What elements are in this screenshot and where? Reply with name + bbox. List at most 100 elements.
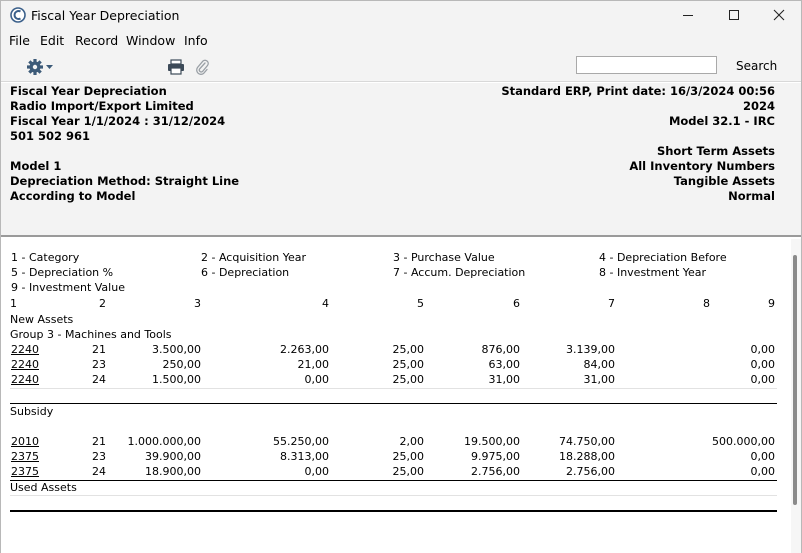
table-cell: 25,00	[392, 465, 425, 478]
table-cell: 74.750,00	[559, 435, 615, 448]
legend-item: 5 - Depreciation %	[11, 266, 114, 279]
table-cell: 0,00	[750, 373, 776, 386]
menu-window[interactable]: Window	[126, 33, 175, 48]
vertical-scrollbar[interactable]	[791, 239, 801, 553]
print-icon[interactable]	[167, 59, 185, 75]
maximize-icon	[729, 10, 739, 20]
asset-code-link[interactable]: 2375	[11, 465, 39, 478]
table-cell: 25,00	[392, 343, 425, 356]
report-mode: Normal	[728, 189, 775, 203]
row-divider	[10, 495, 777, 496]
table-cell: 23	[92, 358, 106, 371]
asset-code-link[interactable]: 2240	[11, 343, 39, 356]
toolbar: Search	[1, 51, 801, 82]
group-heading: Group 3 - Machines and Tools	[10, 328, 172, 341]
section-used-assets: Used Assets	[10, 481, 77, 494]
table-cell: 31,00	[583, 373, 616, 386]
section-divider	[10, 403, 777, 404]
inventory-numbers: All Inventory Numbers	[629, 159, 775, 173]
legend-item: 7 - Accum. Depreciation	[393, 266, 526, 279]
section-new-assets: New Assets	[10, 313, 74, 326]
depreciation-method: Depreciation Method: Straight Line	[10, 174, 240, 188]
menu-file[interactable]: File	[9, 33, 30, 48]
company-code: 501 502 961	[10, 129, 91, 143]
table-cell: 55.250,00	[273, 435, 329, 448]
legend-item: 2 - Acquisition Year	[201, 251, 306, 264]
table-cell: 63,00	[488, 358, 521, 371]
legend-item: 8 - Investment Year	[599, 266, 707, 279]
table-cell: 1.000.000,00	[127, 435, 201, 448]
minimize-icon	[683, 15, 693, 16]
asset-code-link[interactable]: 2010	[11, 435, 39, 448]
table-cell: 0,00	[750, 343, 776, 356]
legend-item: 3 - Purchase Value	[393, 251, 495, 264]
legend-item: 4 - Depreciation Before	[599, 251, 727, 264]
menu-edit[interactable]: Edit	[40, 33, 64, 48]
table-cell: 2.756,00	[471, 465, 520, 478]
asset-class: Short Term Assets	[656, 144, 775, 158]
asset-code-link[interactable]: 2240	[11, 358, 39, 371]
app-logo-icon	[10, 7, 26, 23]
row-divider	[10, 388, 777, 389]
model-code: Model 32.1 - IRC	[668, 114, 775, 128]
print-info: Standard ERP, Print date: 16/3/2024 00:5…	[501, 84, 775, 98]
according-to-model: According to Model	[10, 189, 136, 203]
legend-item: 9 - Investment Value	[11, 281, 125, 294]
table-cell: 0,00	[750, 450, 776, 463]
maximize-button[interactable]	[711, 1, 757, 30]
minimize-button[interactable]	[665, 1, 711, 30]
table-cell: 24	[92, 465, 106, 478]
gear-menu-icon[interactable]	[25, 57, 57, 77]
window-title: Fiscal Year Depreciation	[31, 8, 180, 23]
report-header: Fiscal Year Depreciation Radio Import/Ex…	[1, 83, 801, 237]
column-header: 5	[417, 297, 424, 310]
search-input[interactable]	[576, 56, 717, 74]
table-cell: 31,00	[488, 373, 521, 386]
menu-record[interactable]: Record	[75, 33, 118, 48]
table-cell: 1.500,00	[152, 373, 201, 386]
section-subsidy: Subsidy	[10, 405, 54, 418]
company-name: Radio Import/Export Limited	[10, 99, 194, 113]
table-cell: 39.900,00	[145, 450, 201, 463]
close-icon	[773, 9, 785, 21]
table-cell: 23	[92, 450, 106, 463]
legend-item: 6 - Depreciation	[201, 266, 290, 279]
report-year: 2024	[742, 99, 775, 113]
model-label: Model 1	[10, 159, 62, 173]
column-header: 3	[194, 297, 201, 310]
column-header: 9	[768, 297, 775, 310]
table-cell: 250,00	[162, 358, 202, 371]
column-header: 7	[608, 297, 615, 310]
table-cell: 18.288,00	[559, 450, 615, 463]
table-cell: 18.900,00	[145, 465, 201, 478]
scrollbar-thumb[interactable]	[793, 255, 797, 505]
table-cell: 21,00	[297, 358, 330, 371]
report-body: 1 - Category 2 - Acquisition Year 3 - Pu…	[1, 239, 791, 553]
table-cell: 2,00	[399, 435, 425, 448]
asset-type: Tangible Assets	[673, 174, 775, 188]
column-header: 2	[99, 297, 106, 310]
table-cell: 21	[92, 435, 106, 448]
search-button[interactable]: Search	[736, 59, 777, 73]
legend-item: 1 - Category	[11, 251, 80, 264]
report-title: Fiscal Year Depreciation	[10, 84, 167, 98]
column-header: 8	[703, 297, 710, 310]
table-cell: 0,00	[304, 465, 330, 478]
table-cell: 0,00	[750, 358, 776, 371]
close-button[interactable]	[756, 1, 802, 30]
table-cell: 24	[92, 373, 106, 386]
report-end-line	[10, 510, 777, 512]
column-header: 6	[513, 297, 520, 310]
table-cell: 0,00	[750, 465, 776, 478]
table-cell: 25,00	[392, 450, 425, 463]
app-window: Fiscal Year Depreciation File Edit Recor…	[0, 0, 802, 553]
attachment-icon[interactable]	[194, 58, 210, 76]
table-cell: 19.500,00	[464, 435, 520, 448]
menu-info[interactable]: Info	[184, 33, 208, 48]
asset-code-link[interactable]: 2375	[11, 450, 39, 463]
table-cell: 500.000,00	[712, 435, 775, 448]
table-cell: 0,00	[304, 373, 330, 386]
menu-bar: File Edit Record Window Info	[1, 30, 801, 51]
table-cell: 2.756,00	[566, 465, 615, 478]
asset-code-link[interactable]: 2240	[11, 373, 39, 386]
